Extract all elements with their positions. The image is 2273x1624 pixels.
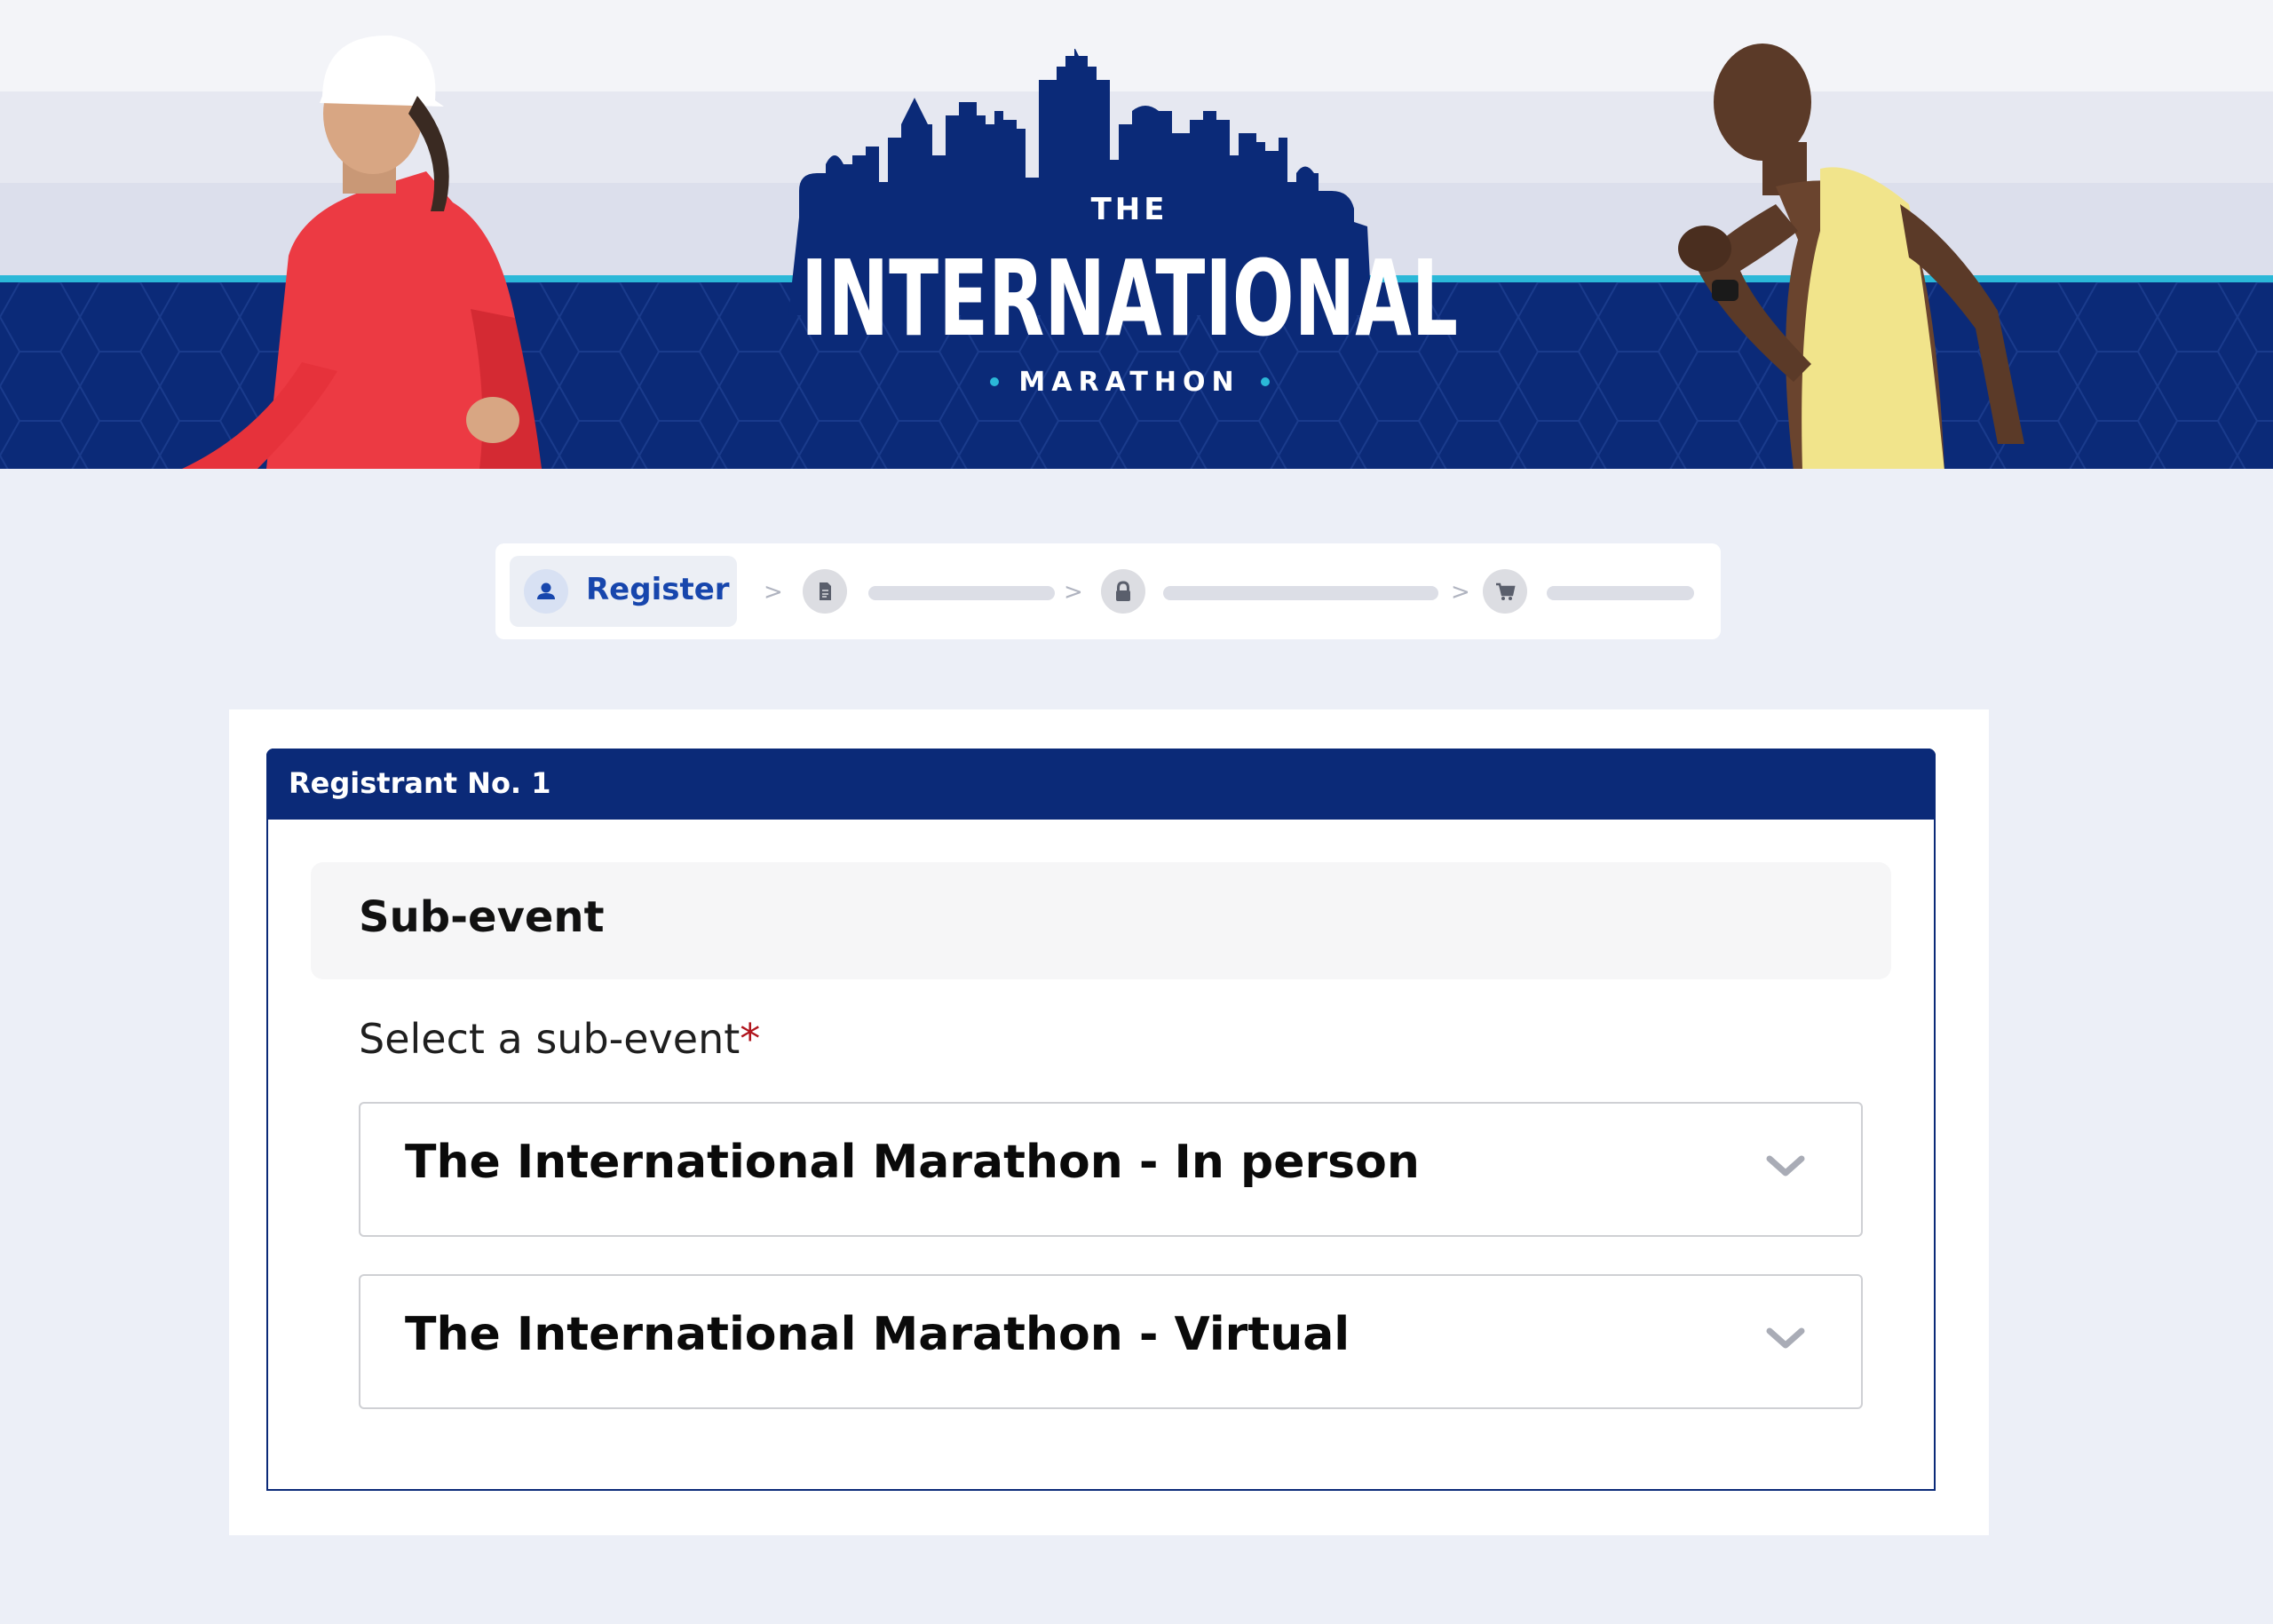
document-icon[interactable]	[803, 569, 847, 614]
step-separator: >	[1451, 579, 1470, 606]
option-label: The International Marathon - In person	[405, 1136, 1420, 1189]
logo-marathon: MARATHON	[1018, 367, 1239, 398]
select-sub-event-label: Select a sub-event*	[359, 1015, 760, 1063]
step-separator: >	[1064, 579, 1083, 606]
step-register-label: Register	[586, 572, 730, 607]
logo-the: THE	[1091, 192, 1168, 227]
step-placeholder-bar	[868, 586, 1055, 600]
select-label-text: Select a sub-event	[359, 1015, 741, 1063]
logo-dot	[990, 377, 999, 386]
registration-card: Registrant No. 1 Sub-event Select a sub-…	[229, 709, 1989, 1535]
registrant-title: Registrant No. 1	[289, 766, 551, 800]
chevron-down-icon	[1766, 1327, 1805, 1349]
registrant-panel: Registrant No. 1 Sub-event Select a sub-…	[266, 749, 1936, 1491]
step-separator: >	[764, 579, 783, 606]
logo-dot	[1261, 377, 1270, 386]
registration-stepper: Register > > >	[495, 543, 1721, 639]
logo-international: INTERNATIONAL	[801, 237, 1458, 360]
step-placeholder-bar	[1163, 586, 1438, 600]
marathon-logo: THE INTERNATIONAL MARATHON	[788, 49, 1458, 398]
chevron-down-icon	[1766, 1155, 1805, 1176]
runner-photo-left	[182, 35, 542, 469]
sub-event-option-in-person[interactable]: The International Marathon - In person	[359, 1102, 1863, 1237]
required-marker: *	[740, 1015, 761, 1063]
step-register[interactable]: Register	[510, 556, 737, 627]
hero-banner: THE INTERNATIONAL MARATHON	[0, 0, 2273, 469]
runner-photo-right	[1678, 44, 2024, 469]
lock-icon[interactable]	[1101, 569, 1145, 614]
registrant-header: Registrant No. 1	[266, 749, 1936, 820]
sub-event-section: Sub-event	[311, 862, 1891, 979]
cart-icon[interactable]	[1483, 569, 1527, 614]
user-icon	[524, 569, 568, 614]
sub-event-heading: Sub-event	[359, 892, 605, 942]
option-label: The International Marathon - Virtual	[405, 1308, 1350, 1361]
sub-event-option-virtual[interactable]: The International Marathon - Virtual	[359, 1274, 1863, 1409]
step-placeholder-bar	[1547, 586, 1694, 600]
